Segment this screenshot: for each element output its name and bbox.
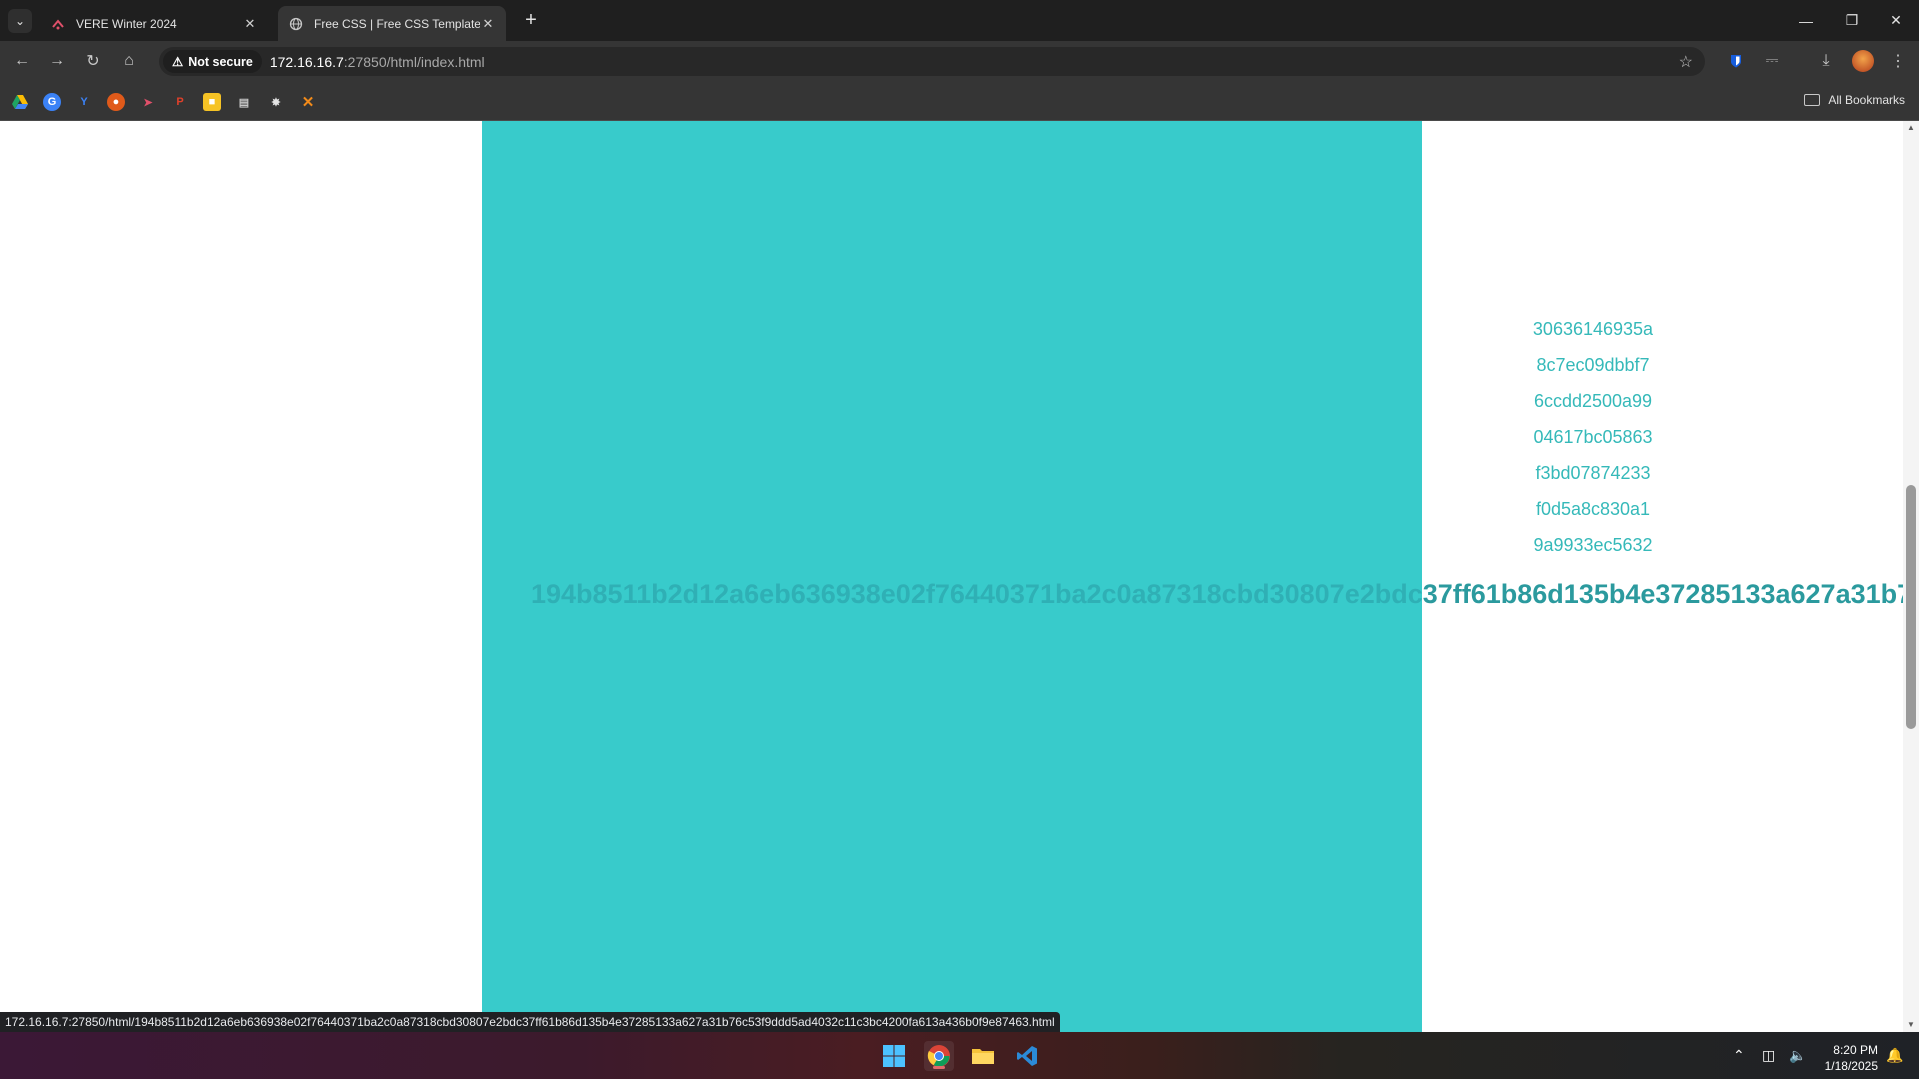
warning-icon: ⚠	[172, 55, 184, 69]
close-icon[interactable]: ✕	[242, 16, 258, 32]
all-bookmarks-button[interactable]: All Bookmarks	[1804, 93, 1905, 107]
page-scrollbar[interactable]: ▲ ▼	[1903, 121, 1919, 1032]
new-tab-button[interactable]: +	[520, 10, 542, 32]
clock-time: 8:20 PM	[1833, 1043, 1878, 1057]
close-window-button[interactable]: ✕	[1873, 0, 1919, 41]
notification-bell-icon[interactable]: 🔔	[1886, 1032, 1903, 1079]
browser-toolbar: ← → ↻ ⌂ ⚠ Not secure 172.16.16.7:27850/h…	[0, 41, 1919, 81]
big-hash-link-part-b: 37ff61b86d135b4e37285133a627a31b7	[1422, 579, 1903, 609]
menu-kebab-icon[interactable]: ⋮	[1884, 47, 1912, 75]
extensions-puzzle-icon[interactable]: ⎓	[1758, 47, 1786, 75]
tab-search-button[interactable]: ⌄	[8, 9, 32, 33]
scroll-down-arrow-icon[interactable]: ▼	[1903, 1018, 1919, 1032]
reload-button[interactable]: ↻	[79, 47, 107, 75]
tab-title: Free CSS | Free CSS Templates |	[314, 16, 480, 31]
url-text[interactable]: 172.16.16.7:27850/html/index.html	[270, 54, 485, 70]
tab-title: VERE Winter 2024	[76, 16, 177, 31]
tab-free-css[interactable]: Free CSS | Free CSS Templates | ✕	[278, 6, 506, 41]
scroll-thumb[interactable]	[1906, 485, 1916, 729]
star-icon[interactable]: ☆	[1679, 52, 1693, 72]
avatar	[1852, 50, 1874, 72]
hash-link[interactable]: 9a9933ec5632	[1493, 527, 1693, 563]
url-host: 172.16.16.7	[269, 53, 344, 70]
forward-button[interactable]: →	[43, 47, 71, 75]
status-bar-url: 172.16.16.7:27850/html/194b8511b2d12a6eb…	[0, 1012, 1060, 1032]
hash-link-list: 30636146935a 8c7ec09dbbf7 6ccdd2500a99 0…	[1493, 311, 1693, 563]
hash-link[interactable]: 04617bc05863	[1493, 419, 1693, 455]
security-label: Not secure	[188, 54, 253, 69]
home-button[interactable]: ⌂	[115, 47, 143, 75]
grammar-icon[interactable]: G	[43, 93, 61, 111]
scroll-up-arrow-icon[interactable]: ▲	[1903, 121, 1919, 135]
chrome-icon[interactable]	[924, 1041, 954, 1071]
big-hash-link[interactable]: 194b8511b2d12a6eb636938e02f76440371ba2c0…	[531, 577, 1903, 611]
globe-icon	[288, 16, 304, 32]
chevron-down-icon: ⌄	[14, 14, 26, 28]
address-bar[interactable]: ⚠ Not secure 172.16.16.7:27850/html/inde…	[159, 47, 1705, 76]
openai-icon[interactable]: ✸	[267, 93, 285, 111]
back-button[interactable]: ←	[8, 47, 36, 75]
vere-icon[interactable]: ➤	[139, 93, 157, 111]
security-chip[interactable]: ⚠ Not secure	[163, 50, 262, 73]
hash-link[interactable]: 8c7ec09dbbf7	[1493, 347, 1693, 383]
system-clock[interactable]: 8:20 PM 1/18/2025	[1825, 1042, 1878, 1074]
page-viewport: 30636146935a 8c7ec09dbbf7 6ccdd2500a99 0…	[0, 121, 1903, 1032]
clock-date: 1/18/2025	[1824, 1059, 1878, 1073]
big-hash-link-part-a: 194b8511b2d12a6eb636938e02f76440371ba2c0…	[531, 579, 1423, 609]
google-drive-icon[interactable]	[11, 93, 29, 111]
vere-icon	[50, 16, 66, 32]
bookmarks-bar: G Y ● ➤ P ■ ▤ ✸ ✕ All Bookmarks	[0, 81, 1919, 121]
x-logo-icon[interactable]: ✕	[299, 93, 317, 111]
keep-notes-icon[interactable]: ■	[203, 93, 221, 111]
restore-button[interactable]: ❐	[1829, 0, 1875, 41]
bookmark-circle-icon[interactable]: ●	[107, 93, 125, 111]
profile-avatar[interactable]	[1849, 47, 1877, 75]
volume-muted-icon[interactable]: 🔈	[1789, 1032, 1806, 1079]
folder-icon	[1804, 94, 1821, 106]
tray-overflow-chevron-icon[interactable]: ⌃	[1733, 1032, 1745, 1079]
vscode-icon[interactable]	[1012, 1041, 1042, 1071]
tab-vere-winter[interactable]: VERE Winter 2024 ✕	[40, 6, 268, 41]
hash-link[interactable]: 30636146935a	[1493, 311, 1693, 347]
minimize-button[interactable]: —	[1783, 0, 1829, 41]
tab-strip: ⌄ VERE Winter 2024 ✕ Free CSS | Free CSS…	[0, 0, 1919, 41]
bitwarden-extension-icon[interactable]	[1722, 47, 1750, 75]
download-icon[interactable]: ⤓	[1812, 47, 1840, 75]
yale-icon[interactable]: Y	[75, 93, 93, 111]
active-app-indicator	[933, 1066, 945, 1069]
hash-link[interactable]: 6ccdd2500a99	[1493, 383, 1693, 419]
pinterest-p-icon[interactable]: P	[171, 93, 189, 111]
file-explorer-icon[interactable]	[968, 1041, 998, 1071]
hash-link[interactable]: f0d5a8c830a1	[1493, 491, 1693, 527]
network-icon[interactable]: ◫	[1762, 1032, 1775, 1079]
hash-link[interactable]: f3bd07874233	[1493, 455, 1693, 491]
windows-taskbar: ⌃ ◫ 🔈 8:20 PM 1/18/2025 🔔	[0, 1032, 1919, 1079]
url-path: :27850/html/index.html	[343, 53, 485, 70]
bookmark-page-icon[interactable]: ▤	[235, 93, 253, 111]
close-icon[interactable]: ✕	[480, 16, 496, 32]
all-bookmarks-label: All Bookmarks	[1828, 93, 1905, 107]
windows-start-icon[interactable]	[879, 1041, 909, 1071]
